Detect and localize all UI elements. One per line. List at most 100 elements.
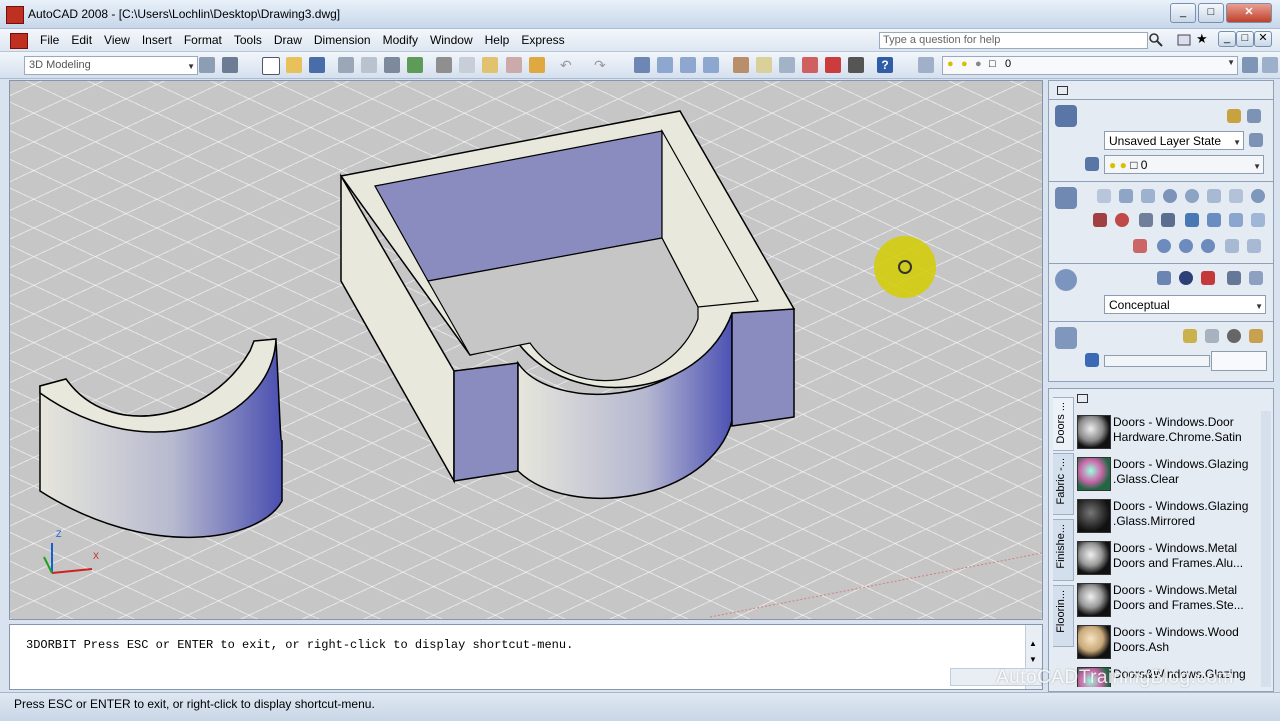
- undo-icon[interactable]: ↶: [560, 57, 576, 73]
- menu-file[interactable]: File: [34, 30, 65, 47]
- realistic-icon[interactable]: [1201, 271, 1215, 285]
- sun-properties-icon[interactable]: [1227, 329, 1241, 343]
- menu-draw[interactable]: Draw: [268, 30, 308, 47]
- doc-minimize-button[interactable]: _: [1218, 31, 1236, 47]
- drawing-viewport[interactable]: Z X: [9, 80, 1043, 620]
- doc-restore-button[interactable]: □: [1236, 31, 1254, 47]
- visual-style-manager-icon[interactable]: [1249, 271, 1263, 285]
- palette-item[interactable]: Doors - Windows.Metal Doors and Frames.Al…: [1077, 539, 1263, 579]
- favorites-star-icon[interactable]: ★: [1196, 31, 1212, 47]
- torus-icon[interactable]: [1251, 189, 1265, 203]
- layer-control-select[interactable]: ● ● ● □ 0 ▼: [942, 56, 1238, 75]
- open-folder-icon[interactable]: [286, 57, 302, 73]
- publish-icon[interactable]: [384, 57, 400, 73]
- arc-solid[interactable]: [39, 338, 283, 539]
- revolve-icon[interactable]: [1115, 213, 1129, 227]
- autocad-app-icon[interactable]: [6, 6, 24, 24]
- brightness-slider[interactable]: [1104, 355, 1210, 367]
- visual-style-select[interactable]: Conceptual ▼: [1104, 295, 1266, 314]
- layer-state-manager-icon[interactable]: [1249, 133, 1263, 147]
- match-properties-icon[interactable]: [506, 57, 522, 73]
- tab-finishes[interactable]: Finishe...: [1053, 519, 1074, 581]
- scroll-up-icon[interactable]: ▲: [1029, 639, 1037, 648]
- menu-view[interactable]: View: [98, 30, 136, 47]
- visual-styles-panel-icon[interactable]: [1055, 269, 1077, 291]
- panel-collapse-icon[interactable]: [1057, 86, 1068, 95]
- brightness-input[interactable]: [1211, 351, 1267, 371]
- design-center-icon[interactable]: [756, 57, 772, 73]
- my-workspace-icon[interactable]: [222, 57, 238, 73]
- workspace-settings-icon[interactable]: [199, 57, 215, 73]
- tab-doors[interactable]: Doors ...: [1053, 397, 1074, 451]
- cylinder-icon[interactable]: [1207, 189, 1221, 203]
- 3d-dwf-icon[interactable]: [407, 57, 423, 73]
- 2d-wireframe-icon[interactable]: [1157, 271, 1171, 285]
- 3d-make-panel-icon[interactable]: [1055, 187, 1077, 209]
- markup-set-icon[interactable]: [825, 57, 841, 73]
- palette-item[interactable]: Doors - Windows.Wood Doors.Ash: [1077, 623, 1263, 663]
- layers-panel-icon[interactable]: [1055, 105, 1077, 127]
- cut-icon[interactable]: [436, 57, 452, 73]
- menu-dimension[interactable]: Dimension: [308, 30, 377, 47]
- scroll-down-icon[interactable]: ▼: [1029, 655, 1037, 664]
- default-lighting-icon[interactable]: [1205, 329, 1219, 343]
- palette-collapse-icon[interactable]: [1077, 394, 1088, 403]
- menu-edit[interactable]: Edit: [65, 30, 98, 47]
- union-icon[interactable]: [1157, 239, 1171, 253]
- zoom-realtime-icon[interactable]: [657, 57, 673, 73]
- helix-icon[interactable]: [1251, 213, 1265, 227]
- close-button[interactable]: ✕: [1226, 3, 1272, 23]
- 3d-move-icon[interactable]: [1133, 239, 1147, 253]
- interfere-icon[interactable]: [1229, 213, 1243, 227]
- separate-icon[interactable]: [1225, 239, 1239, 253]
- palette-item[interactable]: Doors - Windows.Door Hardware.Chrome.Sati…: [1077, 413, 1263, 453]
- box-solid[interactable]: [339, 110, 796, 499]
- sheet-set-icon[interactable]: [802, 57, 818, 73]
- polysolid-icon[interactable]: [1097, 189, 1111, 203]
- communication-center-icon[interactable]: [1176, 32, 1192, 48]
- pyramid-icon[interactable]: [1229, 189, 1243, 203]
- intersect-icon[interactable]: [1201, 239, 1215, 253]
- layer-state-select[interactable]: Unsaved Layer State ▼: [1104, 131, 1244, 150]
- tool-palettes-icon[interactable]: [779, 57, 795, 73]
- properties-icon[interactable]: [733, 57, 749, 73]
- layer-states-icon[interactable]: [1227, 109, 1241, 123]
- layer-isolate-icon[interactable]: [1085, 157, 1099, 171]
- doc-close-button[interactable]: ✕: [1254, 31, 1272, 47]
- menu-tools[interactable]: Tools: [228, 30, 268, 47]
- help-icon[interactable]: ?: [877, 57, 893, 73]
- brightness-grid-icon[interactable]: [1085, 353, 1099, 367]
- make-current-layer-icon[interactable]: [1242, 57, 1258, 73]
- calculator-icon[interactable]: [848, 57, 864, 73]
- minimize-button[interactable]: _: [1170, 3, 1196, 23]
- menu-modify[interactable]: Modify: [377, 30, 424, 47]
- dashboard-layer-select[interactable]: ● ● □ 0 ▼: [1104, 155, 1264, 174]
- workspace-select[interactable]: 3D Modeling ▼: [24, 56, 198, 75]
- box-icon[interactable]: [1119, 189, 1133, 203]
- new-drawing-icon[interactable]: [262, 57, 280, 75]
- menu-format[interactable]: Format: [178, 30, 228, 47]
- menu-help[interactable]: Help: [479, 30, 516, 47]
- help-search-input[interactable]: Type a question for help: [879, 32, 1148, 49]
- menu-express[interactable]: Express: [515, 30, 570, 47]
- search-icon[interactable]: [1148, 32, 1164, 48]
- layer-properties-icon[interactable]: [918, 57, 934, 73]
- lighting-list-icon[interactable]: [1249, 329, 1263, 343]
- cone-icon[interactable]: [1163, 189, 1177, 203]
- subtract-icon[interactable]: [1179, 239, 1193, 253]
- slice-icon[interactable]: [1207, 213, 1221, 227]
- pan-icon[interactable]: [634, 57, 650, 73]
- plot-icon[interactable]: [338, 57, 354, 73]
- layer-previous-icon[interactable]: [1262, 57, 1278, 73]
- loft-icon[interactable]: [1161, 213, 1175, 227]
- sphere-icon[interactable]: [1185, 189, 1199, 203]
- zoom-previous-icon[interactable]: [703, 57, 719, 73]
- sun-status-icon[interactable]: [1183, 329, 1197, 343]
- conceptual-style-icon[interactable]: [1227, 271, 1241, 285]
- maximize-button[interactable]: □: [1198, 3, 1224, 23]
- 3d-hidden-icon[interactable]: [1179, 271, 1193, 285]
- redo-icon[interactable]: ↷: [594, 57, 610, 73]
- wedge-icon[interactable]: [1141, 189, 1155, 203]
- tab-fabric[interactable]: Fabric -...: [1053, 453, 1074, 515]
- paste-icon[interactable]: [482, 57, 498, 73]
